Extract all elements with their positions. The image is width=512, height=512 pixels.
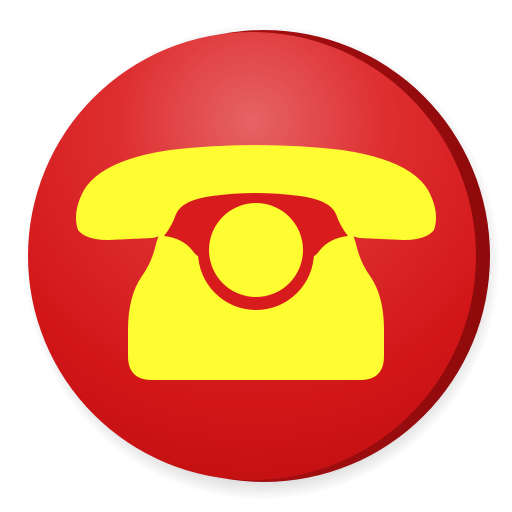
phone-dial [209, 203, 303, 297]
telephone-app-icon[interactable] [0, 0, 512, 512]
app-icon-graphic [24, 24, 500, 500]
